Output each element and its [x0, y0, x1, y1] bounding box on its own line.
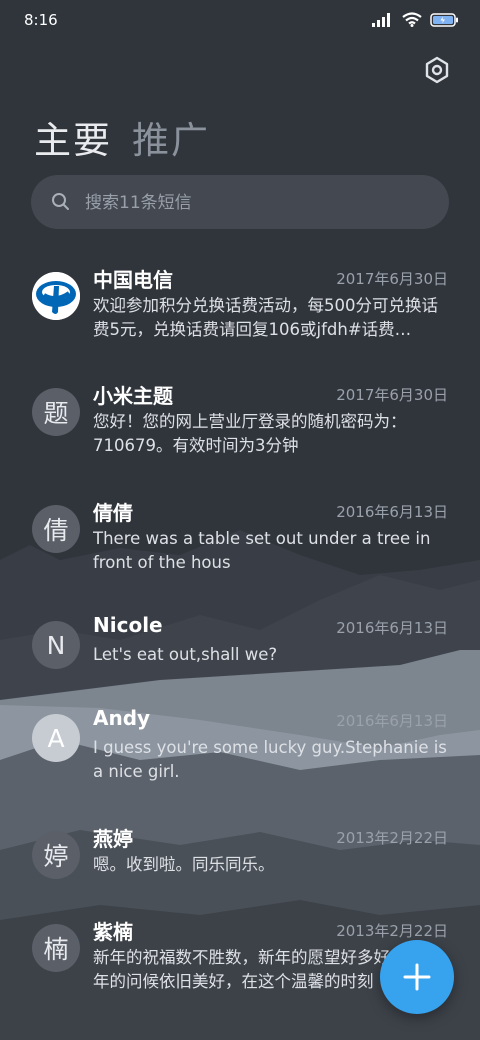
new-message-button[interactable]	[380, 940, 454, 1014]
conversation-item[interactable]: A Andy 2016年6月13日 I guess you're some lu…	[0, 706, 480, 814]
battery-icon	[430, 12, 458, 27]
conversation-item[interactable]: 中国电信 2017年6月30日 欢迎参加积分兑换话费活动，每500分可兑换话费5…	[0, 268, 480, 372]
message-preview: 嗯。收到啦。同乐同乐。	[93, 855, 275, 874]
tab-main[interactable]: 主要	[34, 110, 112, 164]
avatar: 题	[32, 388, 80, 436]
search-icon	[52, 193, 69, 210]
conversation-item[interactable]: 倩 倩倩 2016年6月13日 There was a table set ou…	[0, 501, 480, 605]
message-preview: 您好！您的网上营业厅登录的随机密码为：710679。有效时间为3分钟	[93, 412, 407, 455]
sender-name: 紫楠	[93, 920, 133, 944]
message-date: 2016年6月13日	[336, 619, 448, 637]
avatar: 倩	[32, 505, 80, 553]
conversation-item[interactable]: N Nicole 2016年6月13日 Let's eat out,shall …	[0, 613, 480, 721]
status-time: 8:16	[24, 11, 58, 29]
message-date: 2013年2月22日	[336, 829, 448, 847]
message-date: 2017年6月30日	[336, 386, 448, 404]
sender-name: Nicole	[93, 613, 163, 637]
signal-icon	[372, 12, 394, 27]
settings-icon	[425, 56, 449, 84]
sender-name: 小米主题	[93, 384, 173, 408]
avatar: 楠	[32, 924, 80, 972]
sender-name: 燕婷	[93, 827, 133, 851]
tab-promotions[interactable]: 推广	[132, 110, 210, 164]
conversation-item[interactable]: 婷 燕婷 2013年2月22日 嗯。收到啦。同乐同乐。	[0, 827, 480, 931]
message-date: 2017年6月30日	[336, 270, 448, 288]
message-date: 2016年6月13日	[336, 712, 448, 730]
china-telecom-avatar	[32, 272, 80, 320]
message-date: 2013年2月22日	[336, 922, 448, 940]
sender-name: 中国电信	[93, 268, 173, 292]
status-bar: 8:16	[0, 0, 480, 42]
message-date: 2016年6月13日	[336, 503, 448, 521]
sender-name: 倩倩	[93, 501, 133, 525]
wifi-icon	[402, 12, 422, 27]
message-preview: 欢迎参加积分兑换话费活动，每500分可兑换话费5元，兑换话费请回复106或jfd…	[93, 296, 438, 339]
search-bar[interactable]	[31, 175, 449, 231]
message-preview: Let's eat out,shall we?	[93, 645, 278, 664]
search-input[interactable]	[83, 175, 427, 231]
china-telecom-logo-icon	[32, 272, 80, 320]
avatar: A	[32, 714, 80, 762]
settings-button[interactable]	[422, 55, 452, 85]
message-preview: I guess you're some lucky guy.Stephanie …	[93, 738, 447, 781]
avatar: 婷	[32, 831, 80, 879]
sender-name: Andy	[93, 706, 151, 730]
avatar: N	[32, 621, 80, 669]
conversation-item[interactable]: 题 小米主题 2017年6月30日 您好！您的网上营业厅登录的随机密码为：710…	[0, 384, 480, 488]
plus-icon	[403, 963, 431, 991]
message-preview: There was a table set out under a tree i…	[93, 529, 431, 572]
